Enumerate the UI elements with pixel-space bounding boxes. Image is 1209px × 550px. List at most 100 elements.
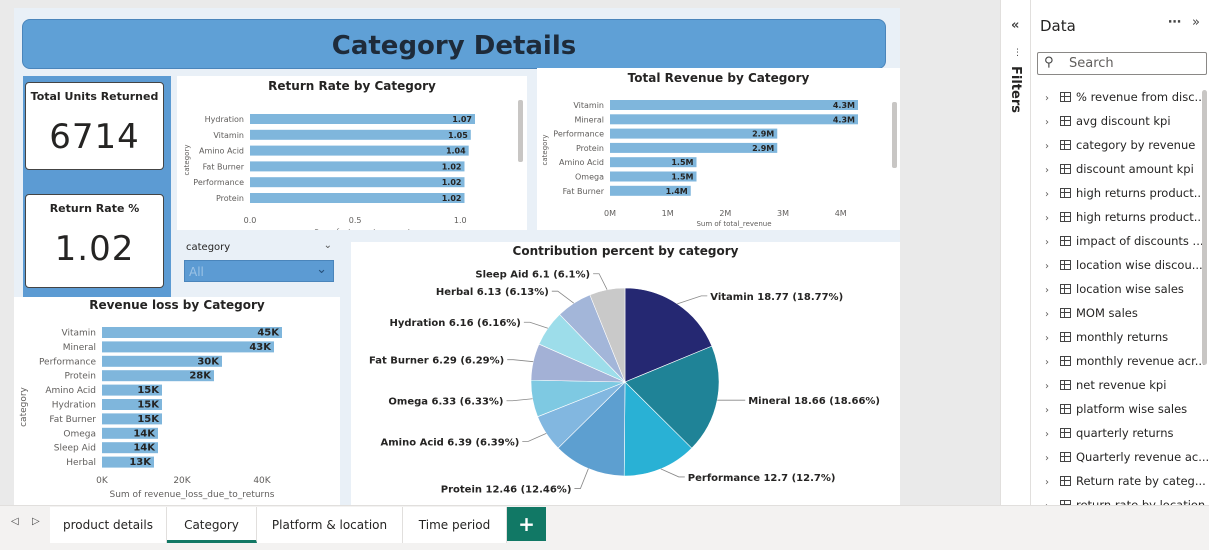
chevron-down-icon[interactable]: ⌄ <box>324 240 332 251</box>
bar <box>250 161 465 172</box>
chevron-right-icon[interactable]: › <box>1045 141 1057 152</box>
scrollbar <box>518 100 523 162</box>
field-table-label: monthly returns <box>1076 330 1169 344</box>
revenue-loss-svg: Vitamin 45K Mineral 43K Performance 30K Protei… <box>19 327 282 500</box>
field-table-item[interactable]: › high returns product... <box>1045 186 1205 206</box>
category-slicer[interactable]: category ⌄ All ⌄ <box>177 238 340 296</box>
category-tick-label: Performance <box>553 130 604 139</box>
add-page-button[interactable]: + <box>507 507 546 541</box>
chevron-right-icon[interactable]: › <box>1045 309 1057 320</box>
table-icon <box>1060 332 1071 342</box>
field-table-label: platform wise sales <box>1076 402 1188 416</box>
field-table-label: Quarterly revenue ac... <box>1076 450 1209 464</box>
category-tick-label: Sleep Aid <box>54 444 96 454</box>
category-tick-label: Amino Acid <box>199 147 244 156</box>
data-label: Hydration 6.16 (6.16%) <box>389 318 520 329</box>
kpi-title: Return Rate % <box>49 202 140 215</box>
chevron-right-icon[interactable]: › <box>1045 165 1057 176</box>
field-table-item[interactable]: › category by revenue <box>1045 138 1195 158</box>
field-table-item[interactable]: › % revenue from disc... <box>1045 90 1206 110</box>
chevron-right-icon[interactable]: › <box>1045 213 1057 224</box>
next-page-icon[interactable]: ▷ <box>32 516 40 527</box>
field-table-item[interactable]: › high returns product... <box>1045 210 1205 230</box>
chevron-right-icon[interactable]: › <box>1045 333 1057 344</box>
search-icon: ⚲ <box>1044 55 1054 70</box>
bar <box>250 129 471 140</box>
field-table-item[interactable]: › discount amount kpi <box>1045 162 1194 182</box>
x-tick-label: 40K <box>253 476 271 486</box>
chevron-right-icon[interactable]: › <box>1045 261 1057 272</box>
kpi-strip: Total Units Returned 6714 Return Rate % … <box>23 76 171 298</box>
data-label: 30K <box>197 356 220 367</box>
y-axis-label: category <box>541 135 549 166</box>
table-icon <box>1060 260 1071 270</box>
expand-icon[interactable]: » <box>1192 15 1200 30</box>
leader-line <box>574 468 589 489</box>
kpi-card-return-rate[interactable]: Return Rate % 1.02 <box>25 194 164 288</box>
data-label: 45K <box>257 328 280 339</box>
tab-category[interactable]: Category <box>167 507 257 543</box>
total-revenue-svg: Vitamin 4.3M Mineral 4.3M Performance 2.9M Pro… <box>541 100 897 228</box>
search-input[interactable]: Search <box>1069 56 1114 71</box>
search-box[interactable]: ⚲ Search <box>1037 52 1207 75</box>
collapse-icon[interactable]: « <box>1011 18 1019 33</box>
data-label: 4.3M <box>833 115 855 124</box>
chevron-right-icon[interactable]: › <box>1045 189 1057 200</box>
filters-pane-collapsed[interactable]: « ⋮ Filters <box>1000 0 1030 505</box>
bar <box>610 100 858 110</box>
x-tick-label: 0M <box>604 209 616 218</box>
more-options-icon[interactable]: ⋯ <box>1168 15 1181 30</box>
chevron-right-icon[interactable]: › <box>1045 381 1057 392</box>
chevron-right-icon[interactable]: › <box>1045 453 1057 464</box>
field-table-item[interactable]: › impact of discounts ... <box>1045 234 1204 254</box>
field-table-item[interactable]: › Return rate by categ... <box>1045 474 1206 494</box>
chevron-right-icon[interactable]: › <box>1045 477 1057 488</box>
data-label: 28K <box>189 371 212 382</box>
kpi-card-units-returned[interactable]: Total Units Returned 6714 <box>25 82 164 170</box>
field-table-item[interactable]: › MOM sales <box>1045 306 1138 326</box>
x-axis-label: Sum of revenue_loss_due_to_returns <box>109 490 274 500</box>
chevron-right-icon[interactable]: › <box>1045 429 1057 440</box>
field-table-item[interactable]: › monthly returns <box>1045 330 1168 350</box>
field-table-item[interactable]: › location wise discou... <box>1045 258 1203 278</box>
chevron-right-icon[interactable]: › <box>1045 237 1057 248</box>
contribution-pie-svg: Vitamin 18.77 (18.77%) Mineral 18.66 (18.… <box>369 270 880 496</box>
field-table-item[interactable]: › avg discount kpi <box>1045 114 1171 134</box>
leader-line <box>523 321 549 329</box>
chevron-right-icon[interactable]: › <box>1045 405 1057 416</box>
return-rate-chart[interactable]: Return Rate by Category Hydration 1.07 Vit… <box>177 76 527 230</box>
leader-line <box>522 433 547 442</box>
category-tick-label: Protein <box>64 372 96 382</box>
field-table-item[interactable]: ›return rate by location <box>1045 498 1205 505</box>
field-table-item[interactable]: › Quarterly revenue ac... <box>1045 450 1209 470</box>
filter-icon: ⋮ <box>1013 48 1022 58</box>
field-table-item[interactable]: › monthly revenue acr... <box>1045 354 1206 374</box>
revenue-loss-chart[interactable]: Revenue loss by Category Vitamin 45K Miner… <box>14 297 340 505</box>
field-table-item[interactable]: › quarterly returns <box>1045 426 1174 446</box>
prev-page-icon[interactable]: ◁ <box>11 516 19 527</box>
data-label: Omega 6.33 (6.33%) <box>388 397 503 408</box>
field-table-label: location wise discou... <box>1076 258 1203 272</box>
tab-product-details[interactable]: product details <box>50 507 167 543</box>
table-icon <box>1060 284 1071 294</box>
data-label: 1.02 <box>442 178 462 187</box>
chevron-right-icon[interactable]: › <box>1045 357 1057 368</box>
total-revenue-chart[interactable]: Total Revenue by Category Vitamin 4.3M Min… <box>537 68 900 230</box>
data-label: 1.04 <box>446 147 466 156</box>
slicer-dropdown[interactable]: All ⌄ <box>184 260 334 282</box>
field-table-item[interactable]: › location wise sales <box>1045 282 1184 302</box>
field-table-item[interactable]: › platform wise sales <box>1045 402 1187 422</box>
category-tick-label: Hydration <box>52 401 96 411</box>
field-table-item[interactable]: › net revenue kpi <box>1045 378 1166 398</box>
tab-time-period[interactable]: Time period <box>403 507 507 543</box>
chevron-right-icon[interactable]: › <box>1045 93 1057 104</box>
contribution-pie-chart[interactable]: Contribution percent by category Vitamin… <box>351 242 900 505</box>
bar <box>250 145 469 156</box>
kpi-title: Total Units Returned <box>30 90 159 103</box>
table-icon <box>1060 164 1071 174</box>
scrollbar[interactable] <box>1202 90 1207 365</box>
chevron-right-icon[interactable]: › <box>1045 117 1057 128</box>
tab-platform-location[interactable]: Platform & location <box>257 507 403 543</box>
x-tick-label: 0.0 <box>244 216 257 225</box>
chevron-right-icon[interactable]: › <box>1045 285 1057 296</box>
